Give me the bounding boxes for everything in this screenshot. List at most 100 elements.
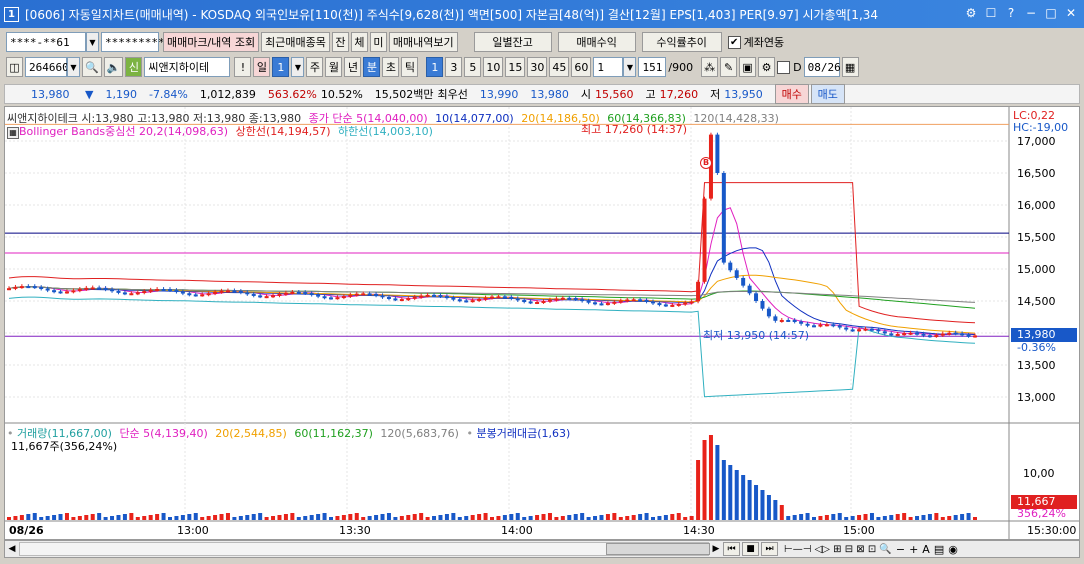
account-input[interactable]: ****-**61 — [6, 32, 86, 52]
second-button[interactable]: 초 — [382, 57, 400, 77]
volume-bar — [155, 514, 160, 520]
volume-bar — [792, 515, 797, 520]
period-dropdown[interactable]: ▼ — [623, 57, 637, 77]
close-icon[interactable]: ✕ — [1062, 4, 1080, 22]
candle-body — [580, 299, 585, 302]
period-60[interactable]: 60 — [571, 57, 592, 77]
unfilled-button[interactable]: 미 — [369, 32, 387, 52]
volume-bar — [490, 517, 494, 520]
candle-body — [715, 134, 720, 173]
scroll-right-icon[interactable]: ▶ — [709, 544, 723, 554]
volume-bar — [238, 516, 243, 520]
candle-body — [625, 299, 630, 302]
candle-body — [84, 287, 89, 290]
x-tick-label: 13:00 — [177, 524, 209, 537]
volume-bar — [219, 514, 224, 520]
zoom-in-icon[interactable]: + — [909, 543, 918, 556]
candle-body — [657, 303, 662, 306]
date-checkbox[interactable]: D — [777, 60, 802, 74]
candle-chart[interactable]: 17,00016,50016,00015,50015,00014,50014,0… — [5, 107, 1079, 539]
volume-bar — [58, 514, 63, 520]
view-trades-button[interactable]: 매매내역보기 — [388, 32, 458, 52]
horizontal-scrollbar[interactable] — [19, 542, 710, 556]
search-icon[interactable]: 🔍 — [82, 57, 102, 77]
stock-name-field: 씨앤지하이테 — [144, 57, 231, 77]
tick-button[interactable]: 틱 — [401, 57, 419, 77]
trade-mark-button[interactable]: 매매마크/내역 조회 — [163, 32, 260, 52]
yearly-button[interactable]: 년 — [344, 57, 362, 77]
help-icon[interactable]: ? — [1002, 4, 1020, 22]
period-1[interactable]: 1 — [426, 57, 444, 77]
executed-button[interactable]: 체 — [350, 32, 368, 52]
minimize-icon[interactable]: − — [1022, 4, 1040, 22]
print-icon[interactable]: ▤ — [934, 543, 944, 556]
font-icon[interactable]: A — [922, 543, 930, 556]
y-tick-label: 17,000 — [1017, 135, 1056, 148]
zoom-out-icon[interactable]: − — [896, 543, 905, 556]
period-5[interactable]: 5 — [464, 57, 482, 77]
camera-icon[interactable]: ◉ — [948, 543, 958, 556]
buy-button[interactable]: 매수 — [774, 84, 809, 104]
period-45[interactable]: 45 — [549, 57, 570, 77]
tool-icon[interactable]: ✎ — [720, 57, 738, 77]
period-input[interactable]: 1 — [593, 57, 624, 77]
candle-body — [940, 333, 945, 336]
daily-balance-button[interactable]: 일별잔고 — [473, 32, 552, 52]
candle-body — [586, 300, 591, 303]
volume-bar — [483, 513, 488, 520]
indicator-icon[interactable]: ⁂ — [701, 57, 719, 77]
table-icon[interactable]: ▦ — [7, 127, 19, 139]
speaker-icon[interactable]: 🔈 — [103, 57, 124, 77]
volume-bar — [13, 516, 18, 520]
pin-icon[interactable]: ☐ — [982, 4, 1000, 22]
candle-body — [554, 298, 559, 301]
volume-bar — [715, 445, 720, 520]
scroll-thumb[interactable] — [606, 543, 710, 555]
account-link-checkbox[interactable]: ✔ 계좌연동 — [727, 34, 784, 50]
daily-dropdown[interactable]: ▼ — [291, 57, 305, 77]
volume-bar — [766, 495, 771, 520]
code-dropdown[interactable]: ▼ — [67, 57, 80, 77]
zoom-tools[interactable]: ⊢—⊣ ◁▷ ⊞ ⊟ ⊠ ⊡ 🔍 — [784, 544, 892, 555]
daily-button[interactable]: 일 — [253, 57, 271, 77]
settings-icon[interactable]: ⚙ — [962, 4, 980, 22]
sell-button[interactable]: 매도 — [810, 84, 845, 104]
alert-button[interactable]: ! — [234, 57, 252, 77]
gear-icon[interactable]: ⚙ — [758, 57, 776, 77]
stop-icon[interactable]: ■ — [742, 542, 759, 556]
rewind-icon[interactable]: ⏮ — [723, 542, 740, 556]
account-dropdown[interactable]: ▼ — [86, 32, 99, 52]
save-icon[interactable]: ▣ — [739, 57, 757, 77]
period-3[interactable]: 3 — [445, 57, 463, 77]
candle-body — [438, 295, 443, 298]
return-trend-button[interactable]: 수익률추이 — [641, 32, 722, 52]
buy-marker: B — [700, 157, 712, 169]
maximize-icon[interactable]: □ — [1042, 4, 1060, 22]
calendar-icon[interactable]: ▦ — [841, 57, 859, 77]
current-price: 13,980 ▼ — [31, 87, 94, 101]
profit-button[interactable]: 매매수익 — [557, 32, 636, 52]
period-30[interactable]: 30 — [527, 57, 548, 77]
volume-legend-ma5: 단순 5(4,139,40) — [119, 427, 208, 440]
weekly-button[interactable]: 주 — [306, 57, 324, 77]
date-input[interactable]: 08/26 — [803, 57, 841, 77]
period-10[interactable]: 10 — [483, 57, 504, 77]
scroll-left-icon[interactable]: ◀ — [5, 544, 19, 554]
chart-area[interactable]: 17,00016,50016,00015,50015,00014,50014,0… — [4, 106, 1080, 540]
candle-body — [528, 301, 533, 304]
candle-body — [451, 297, 456, 300]
volume-bar — [354, 513, 359, 520]
volume-bar — [644, 513, 649, 520]
count-input[interactable]: 151 — [638, 57, 667, 77]
candle-body — [535, 301, 540, 304]
stock-code-input[interactable]: 264660 — [25, 57, 69, 77]
password-input[interactable]: ********* — [101, 32, 165, 52]
forward-icon[interactable]: ⏭ — [761, 542, 778, 556]
monthly-button[interactable]: 월 — [325, 57, 343, 77]
daily-value[interactable]: 1 — [272, 57, 290, 77]
balance-button[interactable]: 잔 — [331, 32, 349, 52]
minute-button[interactable]: 분 — [363, 57, 381, 77]
window-icon[interactable]: ◫ — [6, 57, 23, 77]
recent-trades-button[interactable]: 최근매매종목 — [261, 32, 330, 52]
period-15[interactable]: 15 — [505, 57, 526, 77]
